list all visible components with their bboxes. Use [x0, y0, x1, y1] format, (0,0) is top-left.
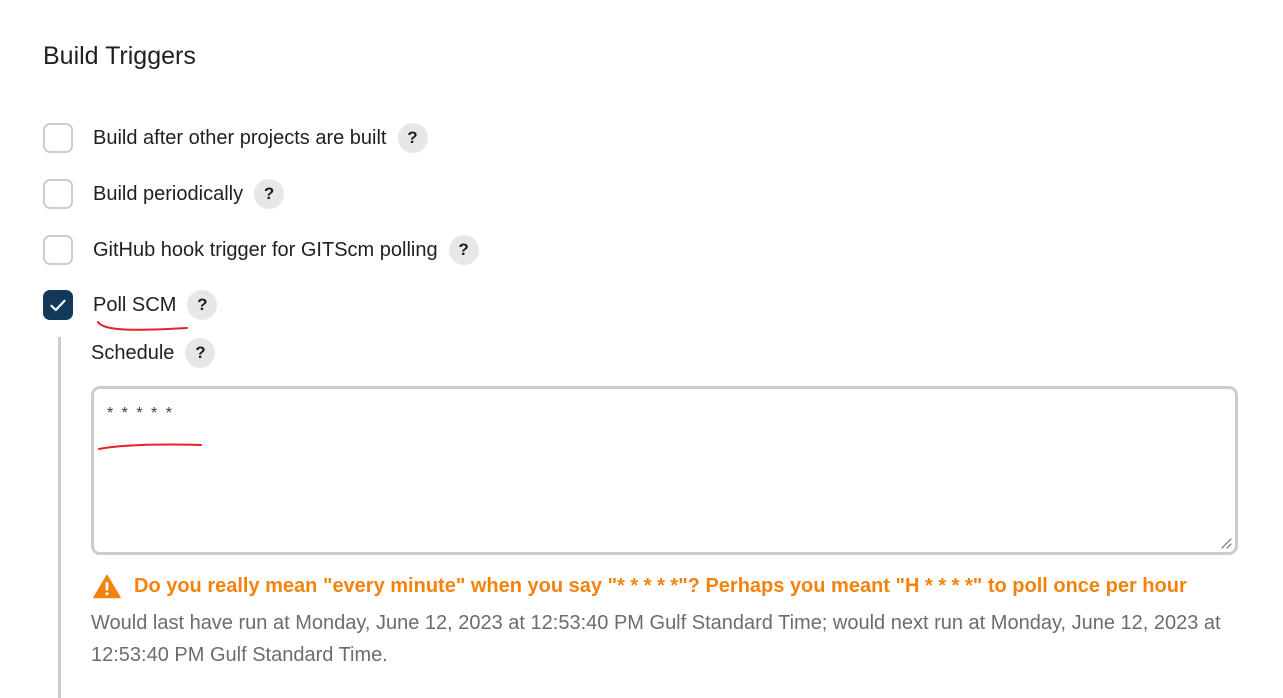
resize-handle-icon[interactable] — [1220, 537, 1232, 549]
checkmark-icon — [50, 299, 66, 311]
nested-section-bar — [58, 337, 61, 698]
section-title: Build Triggers — [43, 42, 196, 70]
schedule-label-row: Schedule ? — [91, 336, 216, 370]
build-after-other-projects-checkbox[interactable] — [43, 123, 73, 153]
schedule-warning: Do you really mean "every minute" when y… — [93, 574, 1187, 599]
help-icon[interactable]: ? — [187, 290, 218, 320]
github-hook-checkbox[interactable] — [43, 235, 73, 265]
schedule-info: Would last have run at Monday, June 12, … — [91, 612, 1221, 666]
help-icon[interactable]: ? — [254, 179, 285, 209]
trigger-build-periodically: Build periodically ? — [43, 177, 285, 211]
trigger-build-after-other-projects: Build after other projects are built ? — [43, 121, 428, 155]
trigger-poll-scm: Poll SCM ? — [43, 288, 218, 322]
help-icon[interactable]: ? — [397, 123, 428, 153]
help-icon[interactable]: ? — [448, 235, 479, 265]
warning-icon — [93, 574, 121, 599]
trigger-label: Poll SCM — [93, 293, 177, 316]
help-icon[interactable]: ? — [185, 338, 216, 368]
schedule-label: Schedule — [91, 341, 175, 364]
schedule-textarea[interactable]: * * * * * — [91, 386, 1238, 555]
trigger-label: GitHub hook trigger for GITScm polling — [93, 238, 438, 261]
trigger-label: Build after other projects are built — [93, 126, 387, 149]
warning-text: Do you really mean "every minute" when y… — [134, 575, 1187, 597]
trigger-github-hook: GitHub hook trigger for GITScm polling ? — [43, 233, 479, 267]
build-periodically-checkbox[interactable] — [43, 179, 73, 209]
schedule-value: * * * * * — [107, 405, 174, 422]
build-triggers-page: Build Triggers Build after other project… — [0, 0, 1283, 698]
poll-scm-checkbox[interactable] — [43, 290, 73, 320]
trigger-label: Build periodically — [93, 182, 244, 205]
